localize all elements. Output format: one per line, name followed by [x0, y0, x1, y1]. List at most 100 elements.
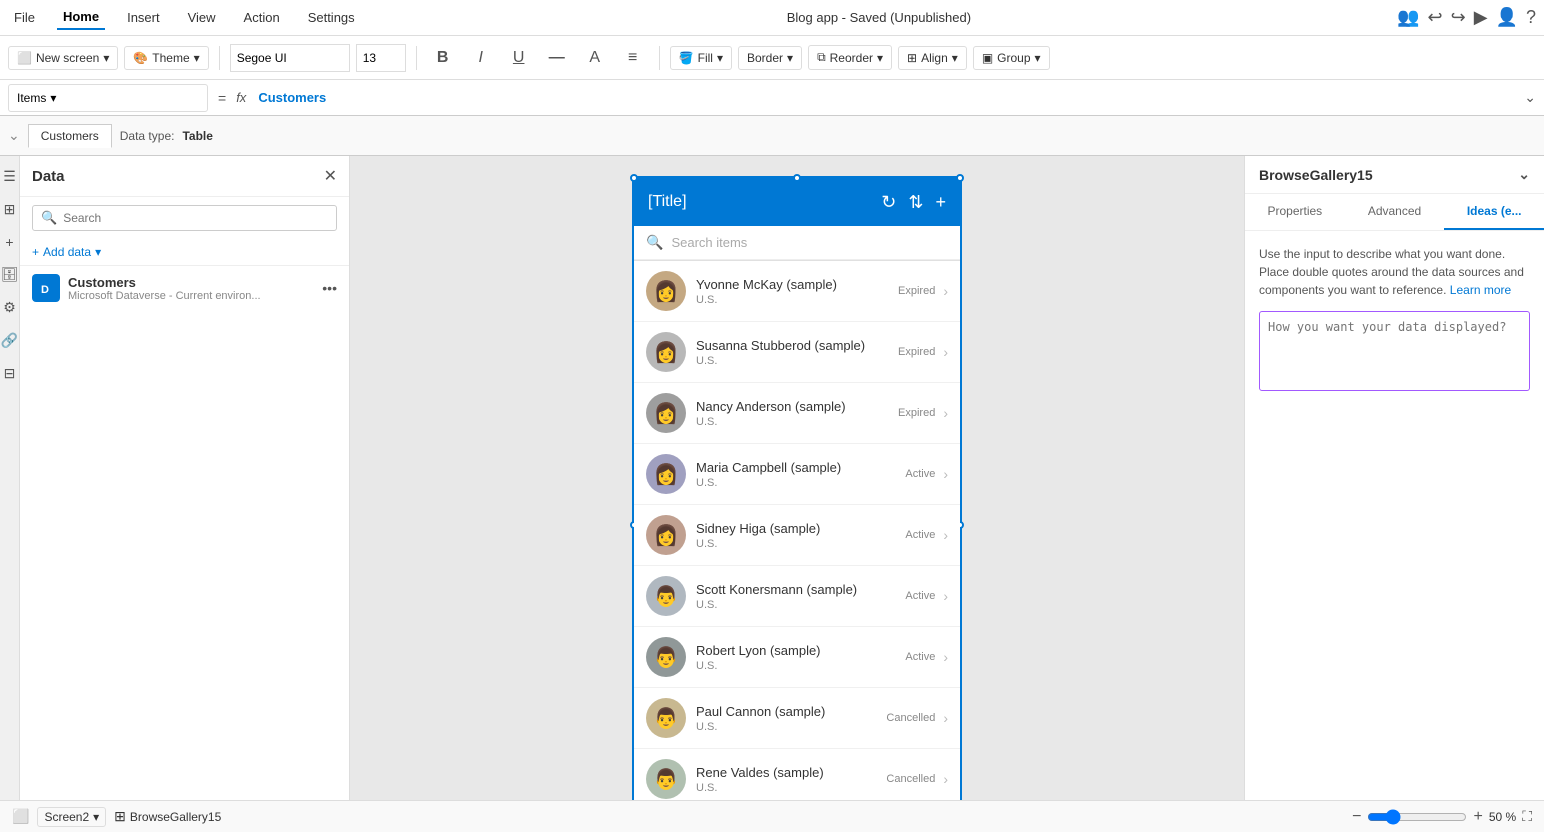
- gallery-item[interactable]: 👩 Sidney Higa (sample) U.S. Active ›: [634, 505, 960, 566]
- gallery-item-status: Expired: [898, 285, 935, 297]
- expand-icon[interactable]: ⌄: [1518, 166, 1530, 183]
- undo-icon[interactable]: ↩: [1428, 7, 1443, 28]
- gallery-search-bar[interactable]: 🔍 Search items: [634, 226, 960, 260]
- chevron-down-icon: ▾: [717, 51, 723, 65]
- account-icon[interactable]: 👤: [1496, 7, 1518, 28]
- zoom-controls: − + 50 % ⛶: [1352, 808, 1532, 826]
- gallery-item[interactable]: 👩 Nancy Anderson (sample) U.S. Expired ›: [634, 383, 960, 444]
- add-icon[interactable]: +: [935, 192, 946, 213]
- expand-icon[interactable]: ⌄: [1524, 89, 1536, 106]
- gallery-item-name: Rene Valdes (sample): [696, 765, 886, 780]
- refresh-icon[interactable]: ↻: [881, 192, 896, 213]
- close-icon[interactable]: ✕: [324, 166, 337, 186]
- zoom-in-button[interactable]: +: [1473, 808, 1482, 826]
- right-panel-tabs: Properties Advanced Ideas (e...: [1245, 194, 1544, 231]
- align-button[interactable]: ≡: [617, 42, 649, 74]
- sidebar-menu-icon[interactable]: ☰: [0, 164, 20, 189]
- chevron-down-icon[interactable]: ⌄: [8, 127, 20, 144]
- property-dropdown[interactable]: Items ▾: [8, 84, 208, 112]
- equals-icon[interactable]: =: [212, 90, 232, 106]
- zoom-out-button[interactable]: −: [1352, 808, 1361, 826]
- sidebar-insert-icon[interactable]: +: [1, 230, 17, 254]
- italic-button[interactable]: I: [465, 42, 497, 74]
- gallery-item-sub: U.S.: [696, 294, 898, 306]
- gallery-item-sub: U.S.: [696, 538, 905, 550]
- gallery-item-sub: U.S.: [696, 477, 905, 489]
- menu-file[interactable]: File: [8, 6, 41, 29]
- avatar: 👨: [646, 576, 686, 616]
- separator: [659, 46, 660, 70]
- ideas-input[interactable]: [1259, 311, 1530, 391]
- bold-button[interactable]: B: [427, 42, 459, 74]
- fx-icon: fx: [236, 90, 246, 105]
- more-icon[interactable]: •••: [322, 280, 337, 296]
- datasource-icon: D: [32, 274, 60, 302]
- gallery-item-status: Active: [905, 529, 935, 541]
- font-selector[interactable]: [230, 44, 350, 72]
- search-input[interactable]: [63, 211, 328, 225]
- sort-icon[interactable]: ⇅: [908, 192, 923, 213]
- gallery-item[interactable]: 👩 Yvonne McKay (sample) U.S. Expired ›: [634, 260, 960, 322]
- screen-selector[interactable]: Screen2 ▾: [37, 807, 106, 827]
- gallery-item[interactable]: 👨 Scott Konersmann (sample) U.S. Active …: [634, 566, 960, 627]
- fullscreen-icon[interactable]: ⛶: [1522, 808, 1532, 825]
- gallery-item[interactable]: 👨 Rene Valdes (sample) U.S. Cancelled ›: [634, 749, 960, 800]
- group-button[interactable]: ▣ Group ▾: [973, 46, 1050, 70]
- gallery-item-sub: U.S.: [696, 416, 898, 428]
- chevron-down-icon: ▾: [103, 51, 109, 65]
- learn-more-link[interactable]: Learn more: [1450, 283, 1511, 297]
- tab-advanced[interactable]: Advanced: [1345, 194, 1445, 230]
- tab-ideas[interactable]: Ideas (e...: [1444, 194, 1544, 230]
- new-screen-button[interactable]: ⬜ New screen ▾: [8, 46, 118, 70]
- gallery-item[interactable]: 👩 Maria Campbell (sample) U.S. Active ›: [634, 444, 960, 505]
- gallery-item[interactable]: 👨 Paul Cannon (sample) U.S. Cancelled ›: [634, 688, 960, 749]
- font-size-input[interactable]: [356, 44, 406, 72]
- avatar: 👩: [646, 271, 686, 311]
- customers-tab[interactable]: Customers: [28, 124, 112, 148]
- gallery-item[interactable]: 👩 Susanna Stubberod (sample) U.S. Expire…: [634, 322, 960, 383]
- data-source-item[interactable]: D Customers Microsoft Dataverse - Curren…: [20, 265, 349, 310]
- gallery-item-name: Scott Konersmann (sample): [696, 582, 905, 597]
- gallery-item-status: Expired: [898, 346, 935, 358]
- data-type-bar: ⌄ Customers Data type: Table: [0, 116, 1544, 156]
- menu-view[interactable]: View: [182, 6, 222, 29]
- group-icon: ▣: [982, 51, 993, 65]
- sidebar-components-icon[interactable]: ⊟: [0, 361, 19, 386]
- strikethrough-button[interactable]: —: [541, 42, 573, 74]
- handle-tl[interactable]: [630, 174, 638, 182]
- sidebar-connections-icon[interactable]: 🔗: [0, 328, 22, 353]
- gallery-item[interactable]: 👨 Robert Lyon (sample) U.S. Active ›: [634, 627, 960, 688]
- handle-tc[interactable]: [793, 174, 801, 182]
- fill-button[interactable]: 🪣 Fill ▾: [670, 46, 732, 70]
- help-icon[interactable]: ?: [1526, 7, 1536, 28]
- data-source-sub: Microsoft Dataverse - Current environ...: [68, 290, 314, 302]
- underline-button[interactable]: U: [503, 42, 535, 74]
- sidebar-layers-icon[interactable]: ⊞: [0, 197, 19, 222]
- font-color-button[interactable]: A: [579, 42, 611, 74]
- gallery-item-info: Sidney Higa (sample) U.S.: [686, 521, 905, 550]
- tab-properties[interactable]: Properties: [1245, 194, 1345, 230]
- play-icon[interactable]: ▶: [1474, 7, 1488, 28]
- zoom-slider[interactable]: [1367, 809, 1467, 825]
- formula-input[interactable]: [254, 84, 1520, 112]
- menu-insert[interactable]: Insert: [121, 6, 166, 29]
- gallery-item-name: Paul Cannon (sample): [696, 704, 886, 719]
- menu-settings[interactable]: Settings: [302, 6, 361, 29]
- align-button[interactable]: ⊞ Align ▾: [898, 46, 967, 70]
- add-data-button[interactable]: + Add data ▾: [20, 239, 349, 265]
- menu-home[interactable]: Home: [57, 5, 105, 30]
- reorder-button[interactable]: ⧉ Reorder ▾: [808, 45, 892, 70]
- sidebar-variables-icon[interactable]: ⚙: [0, 295, 20, 320]
- chevron-right-icon: ›: [943, 588, 948, 604]
- border-button[interactable]: Border ▾: [738, 46, 802, 70]
- gallery-item-sub: U.S.: [696, 660, 905, 672]
- data-type-label: Data type:: [120, 129, 175, 143]
- menu-action[interactable]: Action: [238, 6, 286, 29]
- redo-icon[interactable]: ↪: [1451, 7, 1466, 28]
- theme-button[interactable]: 🎨 Theme ▾: [124, 46, 208, 70]
- data-panel-search-box[interactable]: 🔍: [32, 205, 337, 231]
- coauthoring-icon[interactable]: 👥: [1397, 7, 1419, 28]
- handle-tr[interactable]: [956, 174, 964, 182]
- gallery-item-status: Expired: [898, 407, 935, 419]
- gallery-widget[interactable]: [Title] ↻ ⇅ + 🔍 Search items 👩 Yvonne Mc…: [632, 176, 962, 800]
